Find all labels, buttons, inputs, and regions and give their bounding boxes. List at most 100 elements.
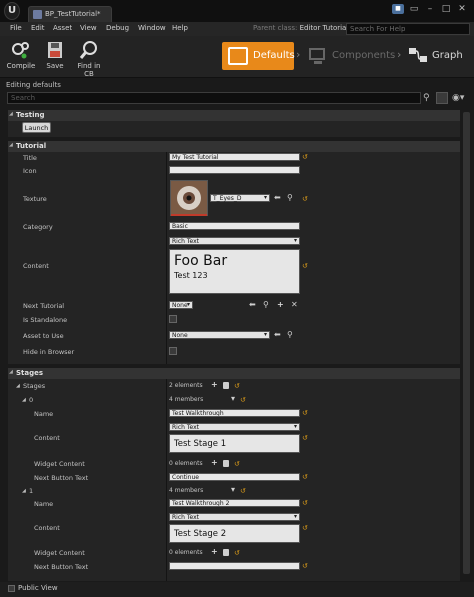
menu-edit[interactable]: Edit [31,24,45,32]
stage-name-field[interactable]: Test Walkthrough [169,409,300,417]
eye-icon[interactable]: ◉▾ [452,92,470,104]
is-standalone-checkbox[interactable] [169,315,177,323]
reset-arrow-icon[interactable]: ↺ [302,435,308,442]
category-label: Category [23,223,53,231]
graph-icon [409,48,427,62]
next-tutorial-combo[interactable]: None [169,301,193,309]
add-element-icon[interactable]: + [211,381,218,389]
asset-to-use-label: Asset to Use [23,332,64,340]
mode-components-button[interactable]: Components [304,42,396,70]
maximize-button[interactable]: □ [440,4,452,14]
category-tutorial-header[interactable]: Tutorial [8,141,460,152]
browse-magnifier-icon[interactable]: ⚲ [263,301,269,309]
expand-arrow-icon[interactable]: ◢ [22,488,26,494]
trash-icon[interactable] [223,549,229,556]
reset-arrow-icon[interactable]: ↺ [302,474,308,481]
dropdown-arrow-icon[interactable]: ▾ [231,486,235,494]
compile-button[interactable]: Compile [6,38,36,76]
chevron-right-icon: › [397,48,402,61]
monitor-icon[interactable]: ▭ [408,4,420,14]
use-selected-arrow-icon[interactable]: ⬅ [249,301,256,309]
notification-icon[interactable]: ■ [392,4,404,14]
category-testing-title: Testing [16,111,45,119]
expand-arrow-icon[interactable]: ◢ [16,383,20,389]
use-selected-arrow-icon[interactable]: ⬅ [274,331,281,339]
launch-button[interactable]: Launch [22,122,51,133]
close-button[interactable]: ✕ [456,4,468,14]
next-tutorial-label: Next Tutorial [23,302,65,310]
details-search-input[interactable]: Search [7,92,421,104]
hide-in-browser-checkbox[interactable] [169,347,177,355]
property-matrix-icon[interactable] [436,92,448,104]
mode-defaults-button[interactable]: Defaults [222,42,295,70]
use-selected-arrow-icon[interactable]: ⬅ [274,194,281,202]
eye-texture-image [171,181,207,215]
reset-arrow-icon[interactable]: ↺ [302,154,308,161]
asset-to-use-combo[interactable]: None [169,331,270,339]
reset-arrow-icon[interactable]: ↺ [302,500,308,507]
save-button[interactable]: Save [40,38,70,76]
stage-members: 4 members [169,396,204,403]
texture-asset-combo[interactable]: T_Eyes_D [210,194,270,202]
stage-content-label: Content [34,524,60,532]
add-element-icon[interactable]: + [211,459,218,467]
expand-arrow-icon[interactable]: ◢ [22,397,26,403]
reset-arrow-icon[interactable]: ↺ [234,383,240,390]
title-label: Title [23,154,37,162]
menu-asset[interactable]: Asset [53,24,72,32]
menu-debug[interactable]: Debug [106,24,129,32]
title-bar: U BP_TestTutorial* ■ ▭ – □ ✕ [0,0,474,22]
tab-modified-mark: * [97,10,101,18]
reset-arrow-icon[interactable]: ↺ [234,461,240,468]
add-icon[interactable]: + [277,301,284,309]
stage-name-field[interactable]: Test Walkthrough 2 [169,499,300,507]
stage-content-richtext-box[interactable]: Test Stage 1 [169,434,300,453]
reset-arrow-icon[interactable]: ↺ [234,550,240,557]
icon-field[interactable] [169,166,300,174]
tab-blueprint[interactable]: BP_TestTutorial* [28,6,112,22]
reset-arrow-icon[interactable]: ↺ [302,263,308,270]
reset-arrow-icon[interactable]: ↺ [302,196,308,203]
menu-view[interactable]: View [80,24,97,32]
menu-help[interactable]: Help [172,24,188,32]
reset-arrow-icon[interactable]: ↺ [240,488,246,495]
scrollbar-thumb[interactable] [463,112,470,574]
editing-label: Editing defaults [6,81,61,89]
texture-thumbnail[interactable] [170,180,208,216]
dropdown-arrow-icon[interactable]: ▾ [231,395,235,403]
reset-arrow-icon[interactable]: ↺ [302,525,308,532]
category-field[interactable]: Basic [169,222,300,230]
browse-magnifier-icon[interactable]: ⚲ [287,331,293,339]
reset-arrow-icon[interactable]: ↺ [240,397,246,404]
stage-content-type-combo[interactable]: Rich Text [169,513,300,521]
category-stages-title: Stages [16,369,44,377]
widget-content-label: Widget Content [34,460,85,468]
category-testing-header[interactable]: Testing [8,110,460,121]
stage-content-richtext-box[interactable]: Test Stage 2 [169,524,300,543]
content-richtext-box[interactable]: Foo Bar Test 123 [169,249,300,294]
reset-arrow-icon[interactable]: ↺ [302,410,308,417]
find-in-cb-button[interactable]: Find in CB [72,38,106,78]
next-button-text-field[interactable] [169,562,300,570]
public-view-checkbox[interactable] [8,585,15,592]
stage-name-label: Name [34,410,54,418]
widget-content-label: Widget Content [34,549,85,557]
category-stages-header[interactable]: Stages [8,368,460,379]
trash-icon[interactable] [223,382,229,389]
mode-graph-button[interactable]: Graph [404,42,470,70]
menu-window[interactable]: Window [138,24,166,32]
next-button-text-field[interactable]: Continue [169,473,300,481]
clear-icon[interactable]: ✕ [291,301,298,309]
minimize-button[interactable]: – [424,4,436,14]
stage-content-type-combo[interactable]: Rich Text [169,423,300,431]
trash-icon[interactable] [223,460,229,467]
browse-magnifier-icon[interactable]: ⚲ [287,194,293,202]
reset-arrow-icon[interactable]: ↺ [302,563,308,570]
content-type-combo[interactable]: Rich Text [169,237,300,245]
add-element-icon[interactable]: + [211,548,218,556]
stages-label: Stages [23,382,46,390]
menu-file[interactable]: File [10,24,22,32]
search-icon[interactable]: ⚲ [423,92,433,104]
help-search-input[interactable]: Search For Help [346,23,470,35]
title-field[interactable]: My Test Tutorial [169,153,300,161]
